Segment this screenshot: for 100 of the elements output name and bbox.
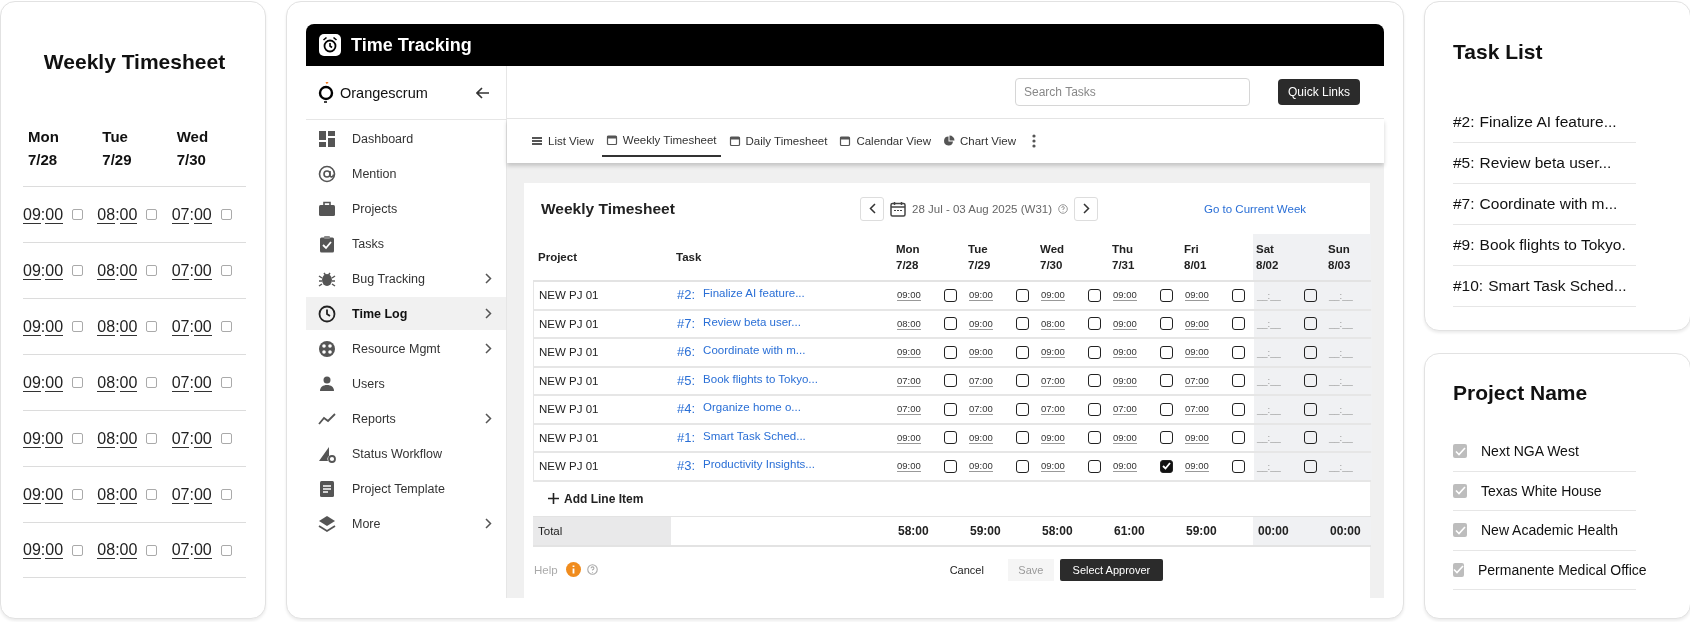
time-field[interactable]: 08:00 [97, 205, 138, 224]
task-link[interactable]: #3: Productivity Insights... [672, 453, 894, 480]
checkbox[interactable] [1088, 317, 1101, 331]
time-field[interactable]: 07:00 [171, 429, 212, 448]
checkbox[interactable] [220, 377, 232, 388]
time-field[interactable]: 07:00 [897, 403, 921, 416]
checkbox[interactable] [1160, 402, 1173, 416]
checkbox[interactable] [944, 345, 957, 359]
checkbox[interactable] [944, 402, 957, 416]
checkbox[interactable] [1160, 459, 1173, 473]
task-list-item[interactable]: #7: Coordinate with m... [1453, 184, 1636, 225]
checkbox[interactable] [220, 209, 232, 220]
checkbox[interactable] [220, 544, 232, 556]
time-field[interactable]: 09:00 [897, 460, 921, 473]
checkbox[interactable] [1016, 317, 1029, 331]
checkbox[interactable] [1232, 402, 1245, 416]
time-field[interactable]: 09:00 [23, 429, 64, 448]
time-field[interactable]: 09:00 [1041, 460, 1065, 473]
checkbox[interactable] [1088, 374, 1101, 388]
checkbox[interactable] [944, 431, 957, 445]
checkbox[interactable] [1232, 459, 1245, 473]
checkbox[interactable] [944, 459, 957, 473]
checkbox[interactable] [72, 377, 84, 388]
time-field[interactable]: 07:00 [1113, 403, 1137, 416]
time-field[interactable]: 08:00 [97, 317, 138, 336]
checkbox[interactable] [1160, 345, 1173, 359]
time-field[interactable]: 07:00 [171, 205, 212, 224]
time-field[interactable]: 09:00 [969, 431, 993, 444]
time-field[interactable]: 07:00 [1041, 403, 1065, 416]
time-field[interactable]: 09:00 [23, 261, 64, 280]
time-field[interactable]: 07:00 [969, 403, 993, 416]
checkbox[interactable] [146, 489, 158, 500]
time-field[interactable]: 07:00 [171, 261, 212, 280]
time-field[interactable]: 09:00 [1041, 431, 1065, 444]
time-field[interactable]: 09:00 [897, 289, 921, 302]
time-field[interactable]: 08:00 [97, 429, 138, 448]
time-field[interactable]: 07:00 [171, 485, 212, 504]
checkbox[interactable] [72, 489, 84, 500]
time-field[interactable]: 09:00 [897, 431, 921, 444]
checkbox[interactable] [1088, 345, 1101, 359]
sidebar-item[interactable]: Project Template [306, 472, 506, 505]
checkbox[interactable] [1304, 288, 1317, 302]
view-tab[interactable]: Chart View [938, 125, 1020, 157]
time-field[interactable]: 07:00 [1185, 403, 1209, 416]
checkbox[interactable] [1088, 402, 1101, 416]
time-field[interactable]: 09:00 [897, 346, 921, 359]
checkbox[interactable] [1160, 317, 1173, 331]
time-field[interactable]: 07:00 [171, 373, 212, 392]
back-arrow-icon[interactable] [476, 86, 490, 99]
sidebar-item[interactable]: Resource Mgmt [306, 332, 506, 365]
task-link[interactable]: #7: Review beta user... [672, 310, 894, 337]
sidebar-item[interactable]: Projects [306, 192, 506, 225]
checkbox[interactable] [72, 209, 84, 220]
time-field[interactable]: 07:00 [171, 317, 212, 336]
checkbox[interactable] [1016, 345, 1029, 359]
next-week-button[interactable] [1074, 196, 1098, 221]
checkbox[interactable] [220, 489, 232, 500]
time-field[interactable]: 09:00 [1113, 289, 1137, 302]
checkbox[interactable] [1016, 459, 1029, 473]
sidebar-item[interactable]: Dashboard [306, 122, 506, 155]
time-field[interactable]: 07:00 [171, 541, 212, 559]
checkbox[interactable] [1160, 288, 1173, 302]
checkbox[interactable] [1304, 317, 1317, 331]
checkbox[interactable] [1232, 288, 1245, 302]
sidebar-item[interactable]: Reports [306, 402, 506, 435]
task-link[interactable]: #6: Coordinate with m... [672, 339, 894, 366]
checkbox[interactable] [1304, 345, 1317, 359]
task-list-item[interactable]: #10: Smart Task Sched... [1453, 266, 1636, 307]
select-approver-button[interactable]: Select Approver [1059, 558, 1163, 581]
time-field[interactable]: 09:00 [1113, 374, 1137, 387]
checkbox[interactable] [1160, 431, 1173, 445]
previous-week-button[interactable] [860, 196, 884, 221]
sidebar-item[interactable]: Bug Tracking [306, 262, 506, 295]
checkbox[interactable] [1160, 374, 1173, 388]
checkbox[interactable] [1016, 402, 1029, 416]
checkbox[interactable] [1016, 288, 1029, 302]
sidebar-item[interactable]: More [306, 507, 506, 540]
sidebar-item[interactable]: Users [306, 367, 506, 400]
time-field[interactable]: 09:00 [23, 205, 64, 224]
time-field[interactable]: 07:00 [1185, 374, 1209, 387]
time-field[interactable]: 09:00 [1185, 317, 1209, 330]
checkbox[interactable] [146, 377, 158, 388]
time-field[interactable]: 09:00 [1113, 317, 1137, 330]
cancel-button[interactable]: Cancel [943, 562, 990, 577]
time-field[interactable]: 09:00 [1113, 431, 1137, 444]
checkbox[interactable] [220, 321, 232, 332]
time-field[interactable]: 07:00 [1041, 374, 1065, 387]
task-list-item[interactable]: #9: Book flights to Tokyo. [1453, 225, 1636, 266]
checkbox[interactable] [146, 321, 158, 332]
checkbox[interactable] [72, 433, 84, 444]
task-link[interactable]: #4: Organize home o... [672, 396, 894, 423]
checkbox[interactable] [72, 265, 84, 276]
checkbox[interactable] [1232, 374, 1245, 388]
checkbox[interactable] [1232, 317, 1245, 331]
sidebar-item[interactable]: Mention [306, 157, 506, 190]
time-field[interactable]: 09:00 [969, 317, 993, 330]
checkbox[interactable] [1088, 288, 1101, 302]
checkbox[interactable] [1453, 483, 1467, 498]
checkbox[interactable] [220, 265, 232, 276]
time-field[interactable]: 09:00 [1185, 460, 1209, 473]
